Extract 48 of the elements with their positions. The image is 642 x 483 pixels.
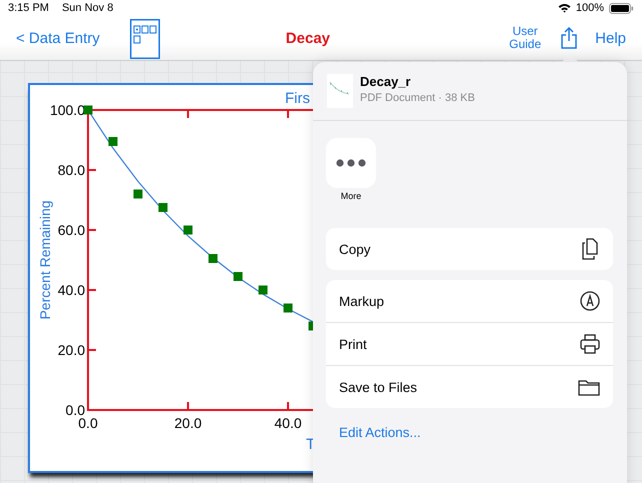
- chart-title: Firs: [285, 90, 310, 107]
- y-tick-label: 80.0: [58, 162, 85, 178]
- data-point: [184, 226, 192, 234]
- action-item[interactable]: Save to Files: [326, 365, 613, 408]
- battery-icon: [609, 2, 634, 14]
- x-tick-label: 40.0: [274, 415, 302, 431]
- x-tick-label: 20.0: [174, 415, 202, 431]
- data-point: [258, 286, 268, 294]
- status-date: Sun Nov 8: [62, 2, 114, 14]
- app-label: More: [340, 191, 362, 201]
- data-point: [158, 203, 168, 212]
- action-item[interactable]: Copy: [326, 228, 613, 270]
- copy-icon: [582, 238, 600, 260]
- data-point: [234, 272, 242, 281]
- data-point: [134, 190, 142, 198]
- document-thumbnail: [327, 74, 353, 108]
- action-label: Save to Files: [339, 380, 418, 394]
- y-tick-label: 20.0: [58, 342, 85, 358]
- action-label: Markup: [339, 294, 384, 308]
- help-link[interactable]: Help: [595, 30, 626, 46]
- y-tick-label: 60.0: [58, 222, 85, 238]
- pen-icon: [580, 291, 600, 311]
- more-icon[interactable]: [326, 138, 376, 188]
- share-icon[interactable]: [560, 27, 578, 49]
- status-time: 3:15 PM: [8, 2, 49, 14]
- action-item[interactable]: Print: [326, 322, 613, 365]
- back-link[interactable]: < Data Entry: [16, 30, 100, 46]
- action-label: Copy: [339, 242, 371, 256]
- window-title: Decay: [286, 30, 331, 46]
- edit-actions-link[interactable]: Edit Actions...: [313, 418, 627, 447]
- folder-icon: [578, 378, 600, 396]
- y-axis-label: Percent Remaining: [37, 200, 53, 320]
- printer-icon: [580, 334, 600, 354]
- data-point: [84, 106, 92, 114]
- wifi-icon: [558, 3, 571, 13]
- layout-icon[interactable]: [130, 19, 160, 59]
- y-tick-label: 40.0: [58, 282, 85, 298]
- y-tick-label: 0.0: [66, 402, 85, 418]
- action-label: Print: [339, 336, 367, 352]
- file-info: PDF Document · 38 KB: [360, 92, 475, 104]
- battery-percent: 100%: [576, 2, 604, 14]
- data-point: [108, 137, 118, 146]
- file-name: Decay_r: [360, 74, 412, 89]
- user-guide-link[interactable]: User Guide: [507, 25, 544, 51]
- data-point: [284, 304, 292, 312]
- data-point: [208, 254, 218, 263]
- action-item[interactable]: Markup: [326, 280, 613, 322]
- x-tick-label: 0.0: [78, 415, 98, 431]
